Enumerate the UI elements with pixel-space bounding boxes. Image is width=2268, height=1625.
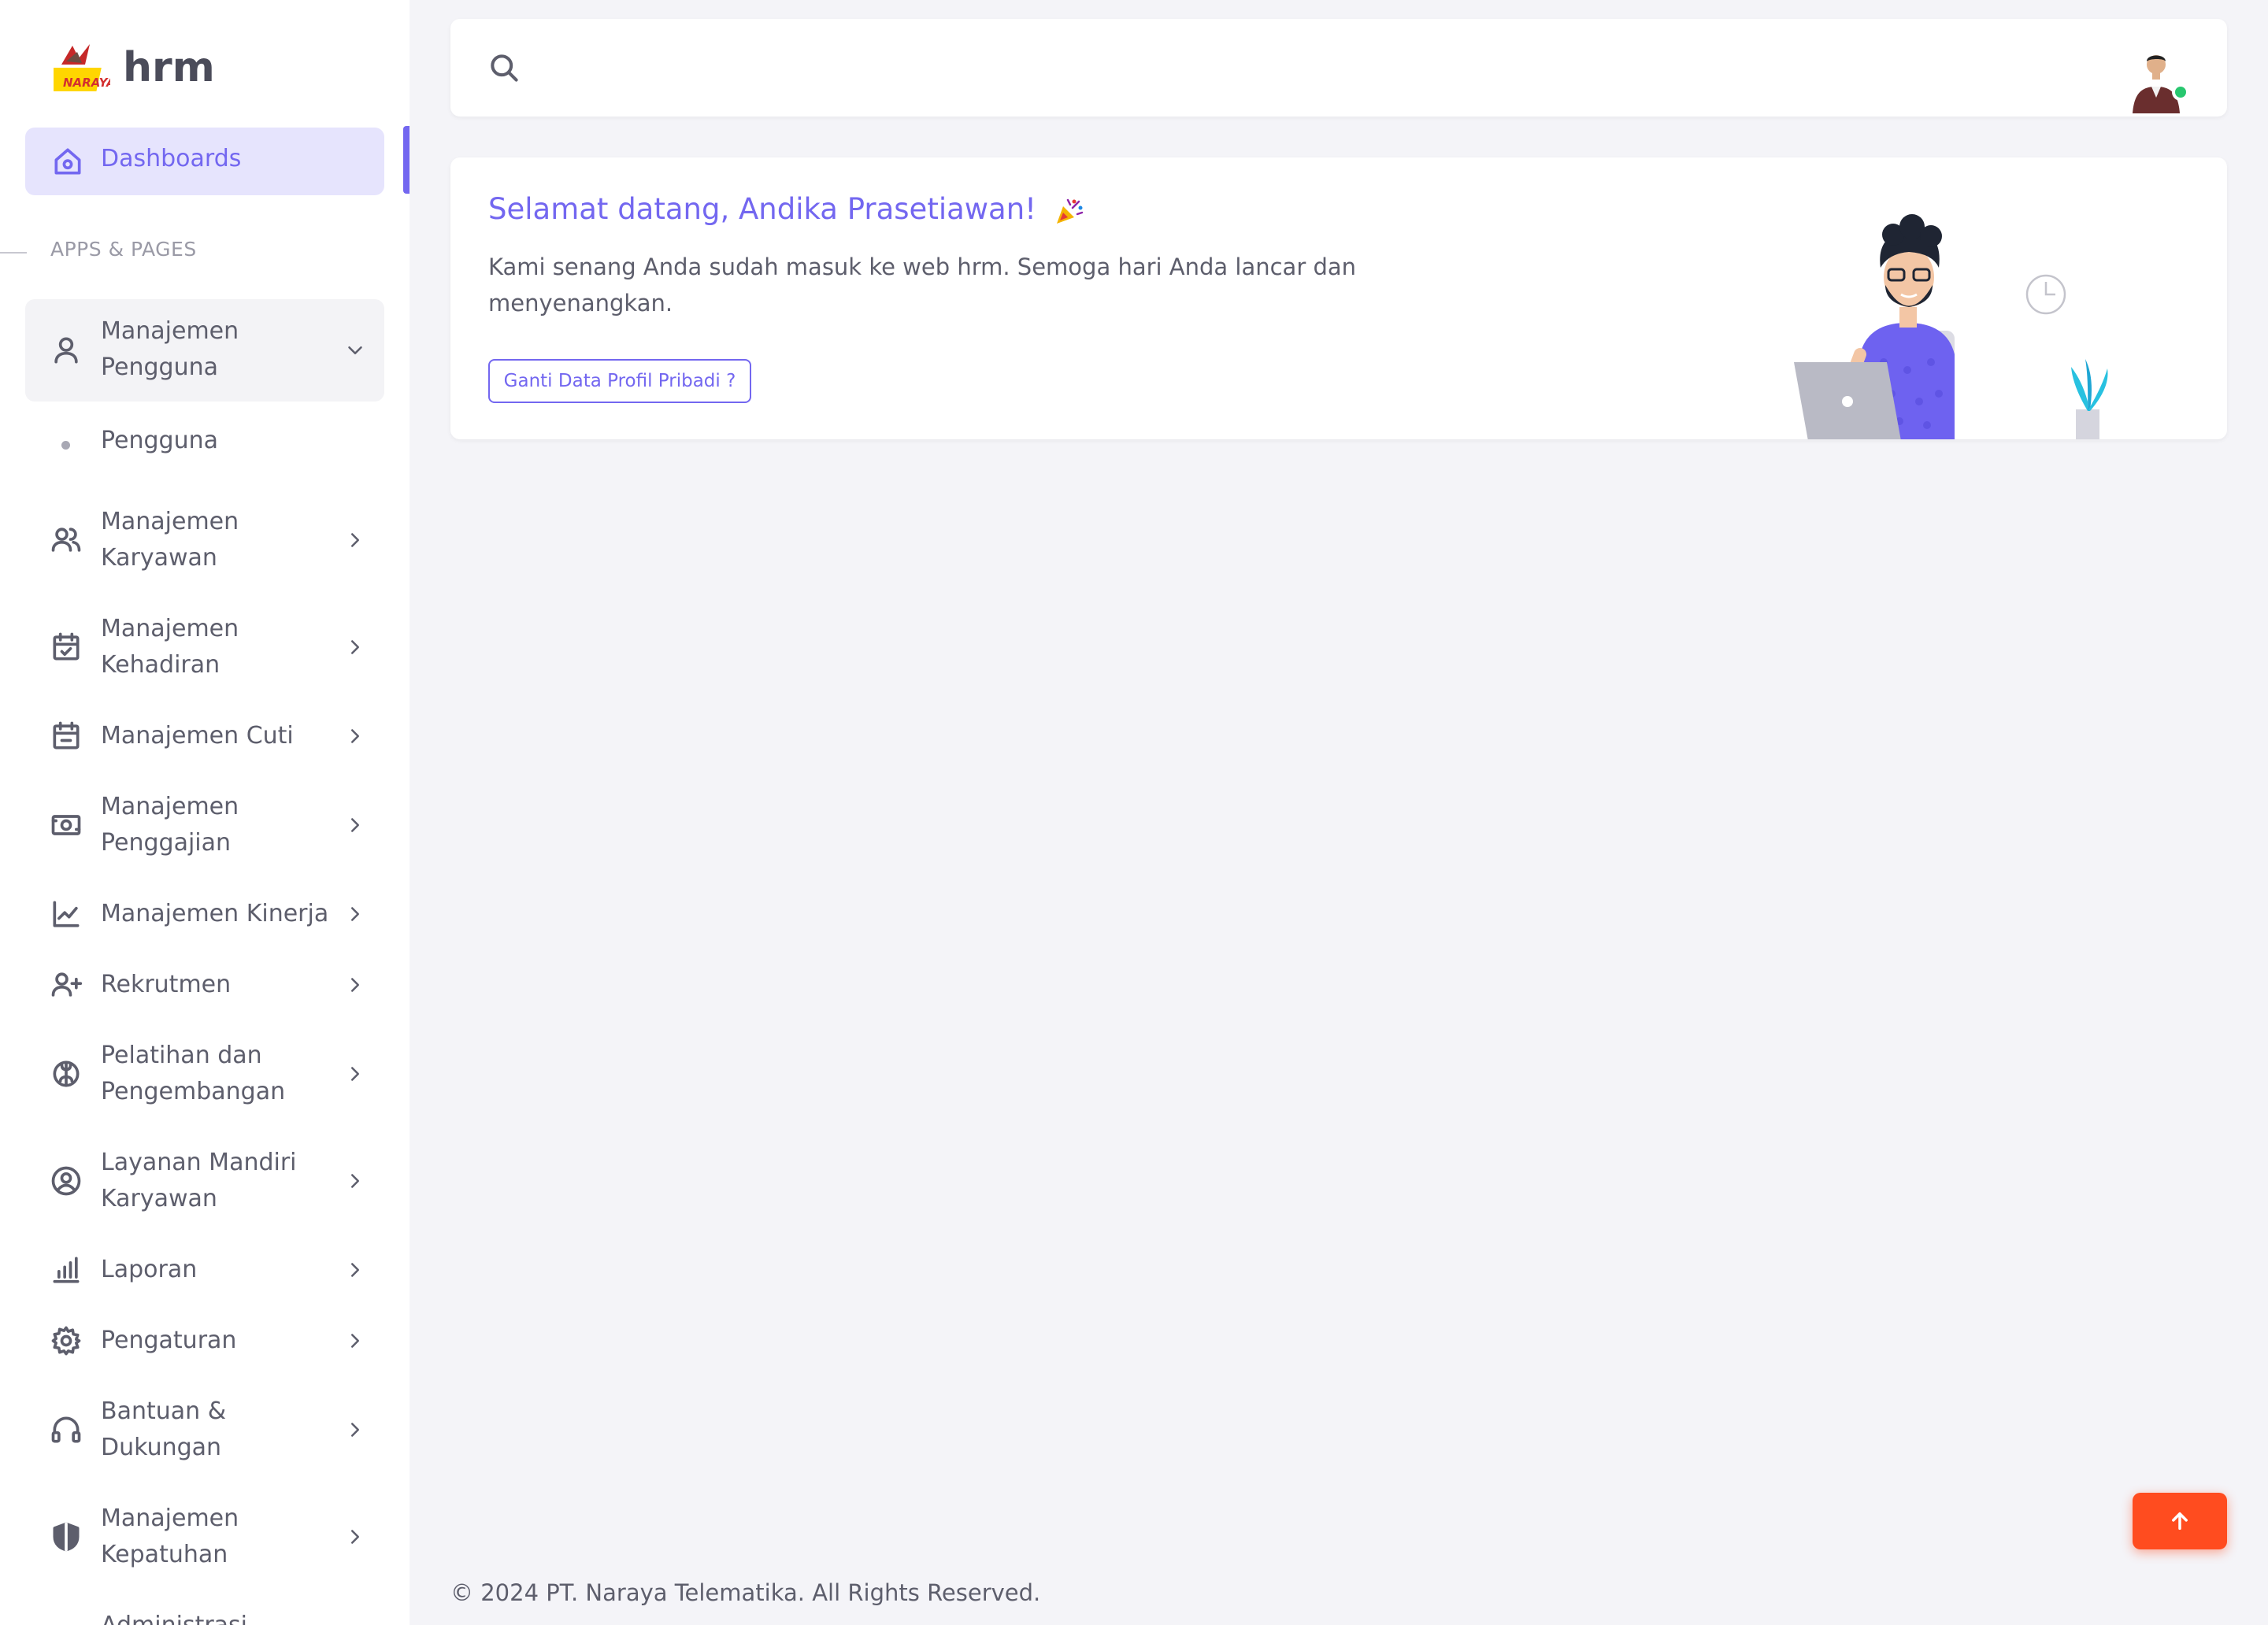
brand-name: hrm: [123, 44, 215, 91]
chevron-down-icon: [348, 346, 362, 354]
avatar-image: [2133, 55, 2180, 113]
chart-line-icon: [53, 901, 80, 927]
chevron-right-icon: [351, 1263, 359, 1277]
chevron-right-icon: [351, 1530, 359, 1544]
top-navbar: [450, 19, 2227, 117]
brain-icon: [53, 1061, 80, 1087]
sidebar-item-rekrutmen[interactable]: Rekrutmen: [25, 967, 384, 1003]
online-status-indicator: [2172, 83, 2189, 101]
avatar[interactable]: [2128, 47, 2189, 113]
sidebar-item-label: Manajemen Penggajian: [101, 793, 239, 857]
party-popper-icon: [1056, 198, 1084, 224]
sidebar-item-label: Manajemen Kinerja: [101, 900, 329, 927]
sidebar-item-manajemen-kinerja[interactable]: Manajemen Kinerja: [25, 896, 384, 932]
welcome-message: Kami senang Anda sudah masuk ke web hrm.…: [488, 254, 1357, 316]
sidebar-item-label: Pelatihan dan Pengembangan: [101, 1042, 286, 1105]
sidebar-item-dashboards[interactable]: Dashboards: [25, 128, 384, 195]
scroll-to-top-button[interactable]: [2133, 1493, 2227, 1549]
edit-profile-button[interactable]: Ganti Data Profil Pribadi ?: [488, 359, 751, 403]
sidebar-item-manajemen-cuti[interactable]: Manajemen Cuti: [25, 718, 384, 754]
welcome-card: Selamat datang, Andika Prasetiawan! Kami…: [450, 157, 2227, 439]
sidebar-item-label: Manajemen Cuti: [101, 722, 294, 750]
gear-icon: [51, 1326, 81, 1356]
svg-text:NARAYA: NARAYA: [63, 76, 110, 90]
user-circle-icon: [51, 1166, 81, 1196]
headset-icon: [51, 1416, 81, 1443]
brand-logo: NARAYA: [47, 41, 116, 94]
user-icon: [54, 337, 78, 364]
sidebar-item-manajemen-pengguna[interactable]: Manajemen Pengguna: [25, 299, 384, 402]
footer-copyright: © 2024 PT. Naraya Telematika. All Rights…: [450, 1579, 1041, 1606]
chevron-right-icon: [351, 907, 359, 921]
search-input[interactable]: [537, 43, 1309, 93]
sidebar-item-label: Manajemen Pengguna: [101, 317, 239, 381]
chevron-right-icon: [351, 978, 359, 992]
sidebar-item-laporan[interactable]: Laporan: [25, 1252, 384, 1288]
users-icon: [51, 527, 81, 552]
sidebar-item-manajemen-karyawan[interactable]: Manajemen Karyawan: [25, 504, 384, 576]
sidebar-item-label: Manajemen Karyawan: [101, 508, 239, 572]
sidebar-item-layanan-mandiri[interactable]: Layanan Mandiri Karyawan: [25, 1145, 384, 1217]
search-icon[interactable]: [487, 50, 521, 85]
calendar-minus-icon: [53, 721, 80, 750]
sidebar-subitem-label: Pengguna: [101, 427, 218, 454]
bar-chart-icon: [53, 1257, 80, 1283]
sidebar-item-pengaturan[interactable]: Pengaturan: [25, 1323, 384, 1359]
sidebar: NARAYA hrm Dashboards APPS & PAGES Manaj…: [0, 0, 410, 1625]
sidebar-subitem-pengguna[interactable]: Pengguna: [25, 417, 384, 472]
sidebar-item-label: Laporan: [101, 1256, 198, 1283]
sidebar-item-label: Pengaturan: [101, 1327, 237, 1354]
calendar-check-icon: [53, 632, 80, 661]
home-icon: [54, 148, 81, 175]
arrow-up-icon: [2172, 1512, 2188, 1531]
sidebar-item-pelatihan[interactable]: Pelatihan dan Pengembangan: [25, 1038, 384, 1110]
shield-icon: [53, 1522, 80, 1552]
chevron-right-icon: [351, 1174, 359, 1188]
sidebar-item-label: Administrasi: [101, 1608, 353, 1625]
welcome-title-text: Selamat datang, Andika Prasetiawan!: [488, 192, 1036, 226]
chevron-right-icon: [351, 533, 359, 547]
brand[interactable]: NARAYA hrm: [47, 41, 215, 94]
sidebar-item-label: Manajemen Kepatuhan: [101, 1505, 239, 1568]
person-laptop-illustration: [1794, 214, 2108, 439]
sidebar-item-administrasi[interactable]: Administrasi: [25, 1608, 384, 1625]
sidebar-item-label: Rekrutmen: [101, 971, 232, 998]
sidebar-item-label: Manajemen Kehadiran: [101, 615, 239, 679]
chevron-right-icon: [351, 818, 359, 832]
user-plus-icon: [51, 972, 83, 997]
section-header: APPS & PAGES: [50, 238, 197, 261]
sidebar-item-manajemen-kehadiran[interactable]: Manajemen Kehadiran: [25, 611, 384, 683]
chevron-right-icon: [351, 1423, 359, 1437]
sidebar-item-label: Layanan Mandiri Karyawan: [101, 1149, 297, 1212]
sidebar-item-manajemen-penggajian[interactable]: Manajemen Penggajian: [25, 789, 384, 861]
sidebar-item-label: Bantuan & Dukungan: [101, 1397, 227, 1461]
chevron-right-icon: [351, 1067, 359, 1081]
sidebar-item-kepatuhan[interactable]: Manajemen Kepatuhan: [25, 1501, 384, 1573]
section-divider: [0, 252, 27, 254]
chevron-right-icon: [351, 640, 359, 654]
bullet-icon: [61, 441, 70, 450]
chevron-right-icon: [351, 729, 359, 743]
welcome-title: Selamat datang, Andika Prasetiawan!: [488, 192, 1085, 226]
sidebar-item-label: Dashboards: [101, 145, 242, 172]
sidebar-item-bantuan[interactable]: Bantuan & Dukungan: [25, 1394, 384, 1466]
chevron-right-icon: [351, 1334, 359, 1348]
money-icon: [51, 815, 81, 835]
